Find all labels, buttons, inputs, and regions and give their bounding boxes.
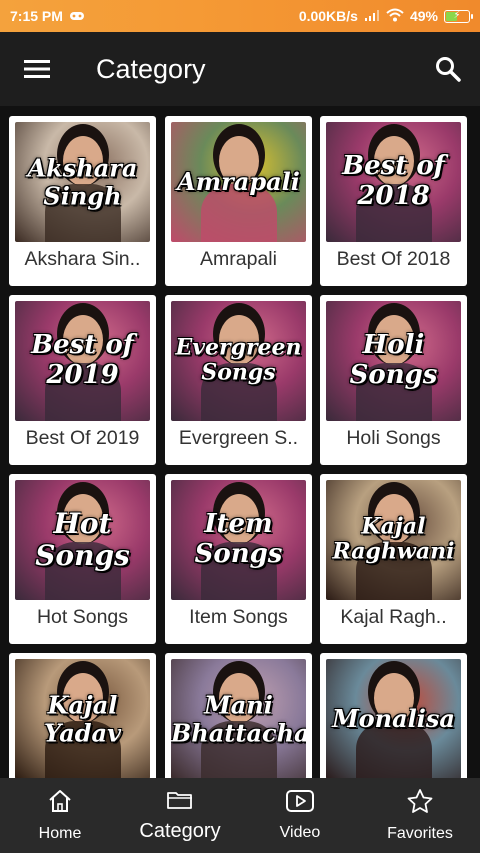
star-icon [406,788,434,819]
thumbnail-title-text: Holi Songs [349,330,438,390]
category-card[interactable]: Monalisa [320,653,467,778]
status-bar: 7:15 PM 0.00KB/s 49% ⚡ [0,0,480,32]
thumbnail-title-text: Evergreen Songs [175,334,302,386]
category-card[interactable]: Kajal Yadav [9,653,156,778]
category-card[interactable]: Item Songs Item Songs [165,474,312,644]
category-thumbnail: Mani Bhattacharya [171,659,306,778]
category-label: Best Of 2018 [336,248,451,270]
category-label: Evergreen S.. [178,427,299,449]
category-card[interactable]: Mani Bhattacharya [165,653,312,778]
folder-icon [166,789,194,816]
bottom-navigation: Home Category Video Favorites [0,778,480,853]
category-card[interactable]: Holi Songs Holi Songs [320,295,467,465]
nav-favorites[interactable]: Favorites [360,778,480,853]
battery-percent: 49% [409,8,438,24]
category-card[interactable]: Amrapali Amrapali [165,116,312,286]
video-play-icon [285,789,315,818]
signal-icon [364,8,380,24]
category-thumbnail: Monalisa [326,659,461,778]
category-label: Holi Songs [346,427,441,449]
thumbnail-title-text: Hot Songs [35,506,130,572]
app-bar: Category [0,32,480,106]
category-card[interactable]: Akshara Singh Akshara Sin.. [9,116,156,286]
category-thumbnail: Best of 2019 [15,301,150,421]
thumbnail-title-text: Kajal Raghwani [332,513,455,565]
category-thumbnail: Best of 2018 [326,122,461,242]
category-thumbnail: Hot Songs [15,480,150,600]
category-thumbnail: Evergreen Songs [171,301,306,421]
thumbnail-title-text: Best of 2018 [342,151,445,211]
category-thumbnail: Akshara Singh [15,122,150,242]
thumbnail-title-text: Item Songs [194,509,283,569]
category-grid: Akshara Singh Akshara Sin.. Amrapali Amrapa… [0,106,480,778]
thumbnail-title-text: Kajal Yadav [43,690,122,747]
nav-video[interactable]: Video [240,778,360,853]
category-card[interactable]: Evergreen Songs Evergreen S.. [165,295,312,465]
category-card[interactable]: Best of 2019 Best Of 2019 [9,295,156,465]
thumbnail-title-text: Amrapali [177,167,300,197]
category-thumbnail: Holi Songs [326,301,461,421]
category-card[interactable]: Hot Songs Hot Songs [9,474,156,644]
category-thumbnail: Kajal Raghwani [326,480,461,600]
category-thumbnail: Kajal Yadav [15,659,150,778]
home-icon [47,788,73,819]
hamburger-menu-icon[interactable] [0,32,74,106]
category-thumbnail: Amrapali [171,122,306,242]
status-time: 7:15 PM [10,8,63,24]
category-label: Hot Songs [36,606,129,628]
category-label: Kajal Ragh.. [340,606,447,628]
nav-home-label: Home [38,825,82,842]
category-thumbnail: Item Songs [171,480,306,600]
page-title: Category [96,53,206,84]
nav-category[interactable]: Category [120,778,240,853]
wifi-icon [386,8,404,25]
category-card[interactable]: Kajal Raghwani Kajal Ragh.. [320,474,467,644]
category-label: Best Of 2019 [25,427,140,449]
category-label: Item Songs [189,606,288,628]
category-card[interactable]: Best of 2018 Best Of 2018 [320,116,467,286]
nav-category-label: Category [139,819,221,842]
category-label: Akshara Sin.. [24,248,141,270]
nav-video-label: Video [279,824,321,841]
category-label: Amrapali [200,248,277,270]
thumbnail-title-text: Mani Bhattacharya [171,690,306,747]
notification-icon [69,8,85,24]
nav-home[interactable]: Home [0,778,120,853]
nav-favorites-label: Favorites [387,825,453,842]
search-icon[interactable] [416,32,480,106]
battery-icon: ⚡ [444,9,473,23]
network-speed: 0.00KB/s [298,8,358,24]
thumbnail-title-text: Best of 2019 [31,330,134,390]
thumbnail-title-text: Akshara Singh [27,153,138,210]
thumbnail-title-text: Monalisa [332,704,455,734]
